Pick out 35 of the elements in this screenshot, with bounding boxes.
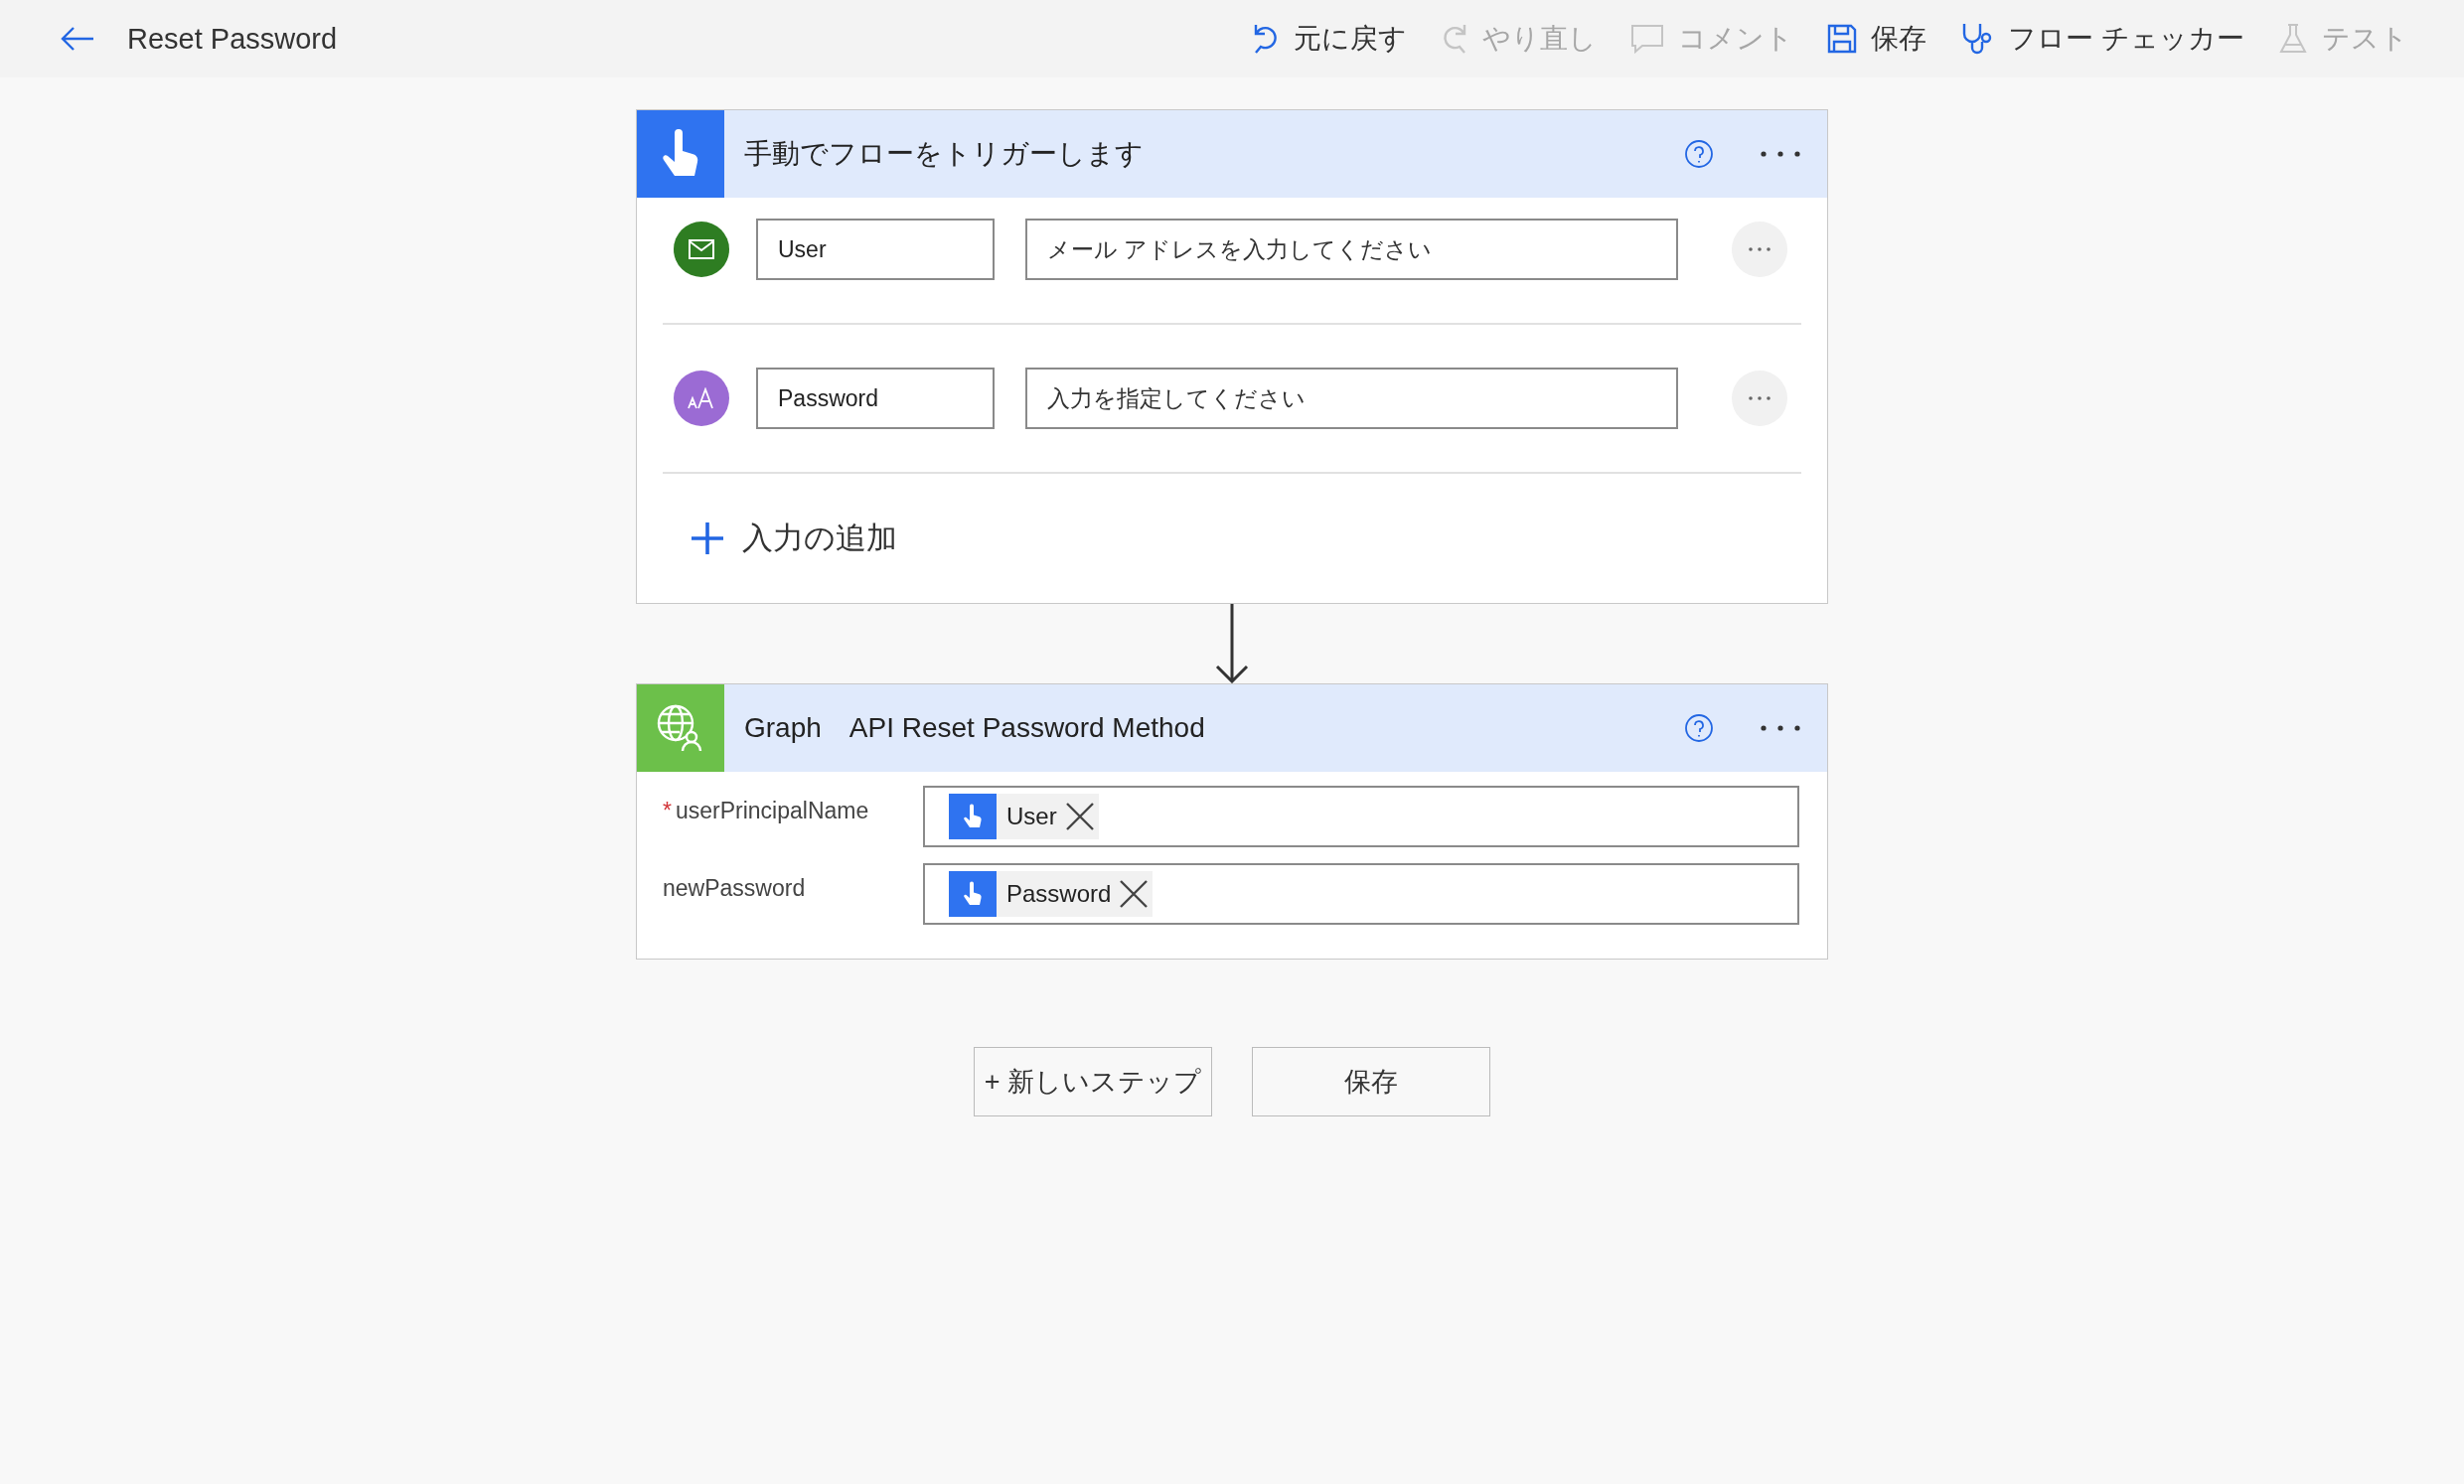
back-button[interactable] [60, 25, 95, 53]
more-options-icon[interactable] [1760, 150, 1801, 158]
parameter-field[interactable]: Password [923, 863, 1799, 925]
text-icon [674, 371, 729, 426]
input-name-field[interactable]: Password [756, 368, 995, 429]
card-title: Graph API Reset Password Method [744, 711, 1206, 745]
save-icon [1827, 24, 1858, 54]
comment-icon [1630, 24, 1665, 54]
toolbar-button[interactable]: 保存 [1827, 20, 1927, 58]
dynamic-content-token[interactable]: Password [949, 871, 1154, 917]
help-icon[interactable] [1684, 139, 1714, 169]
parameter-label: newPassword [663, 875, 806, 902]
email-icon [674, 222, 729, 277]
required-mark: * [663, 798, 672, 824]
card-title: 手動でフローをトリガーします [744, 137, 1145, 171]
input-value-field[interactable]: 入力を指定してください [1025, 368, 1678, 429]
hand-pointer-icon [949, 794, 997, 839]
footer-button[interactable]: + 新しいステップ [974, 1047, 1212, 1116]
close-icon[interactable] [1064, 802, 1095, 831]
parameter-label: userPrincipalName [675, 798, 869, 824]
flask-icon [2278, 23, 2308, 55]
footer-button[interactable]: 保存 [1252, 1047, 1490, 1116]
close-icon[interactable] [1119, 879, 1150, 909]
dynamic-content-token[interactable]: User [949, 794, 1099, 839]
plus-icon [691, 521, 724, 555]
more-options-icon[interactable] [1760, 724, 1801, 732]
input-value-field[interactable]: メール アドレスを入力してください [1025, 219, 1678, 280]
hand-pointer-icon [949, 871, 997, 917]
add-input-button[interactable]: 入力の追加 [663, 474, 897, 603]
input-name-field[interactable]: User [756, 219, 995, 280]
help-icon[interactable] [1684, 713, 1714, 743]
parameter-field[interactable]: User [923, 786, 1799, 847]
toolbar-button[interactable]: フロー チェッカー [1960, 20, 2244, 58]
toolbar-button[interactable]: 元に戻す [1252, 20, 1408, 58]
flow-title: Reset Password [127, 22, 338, 56]
